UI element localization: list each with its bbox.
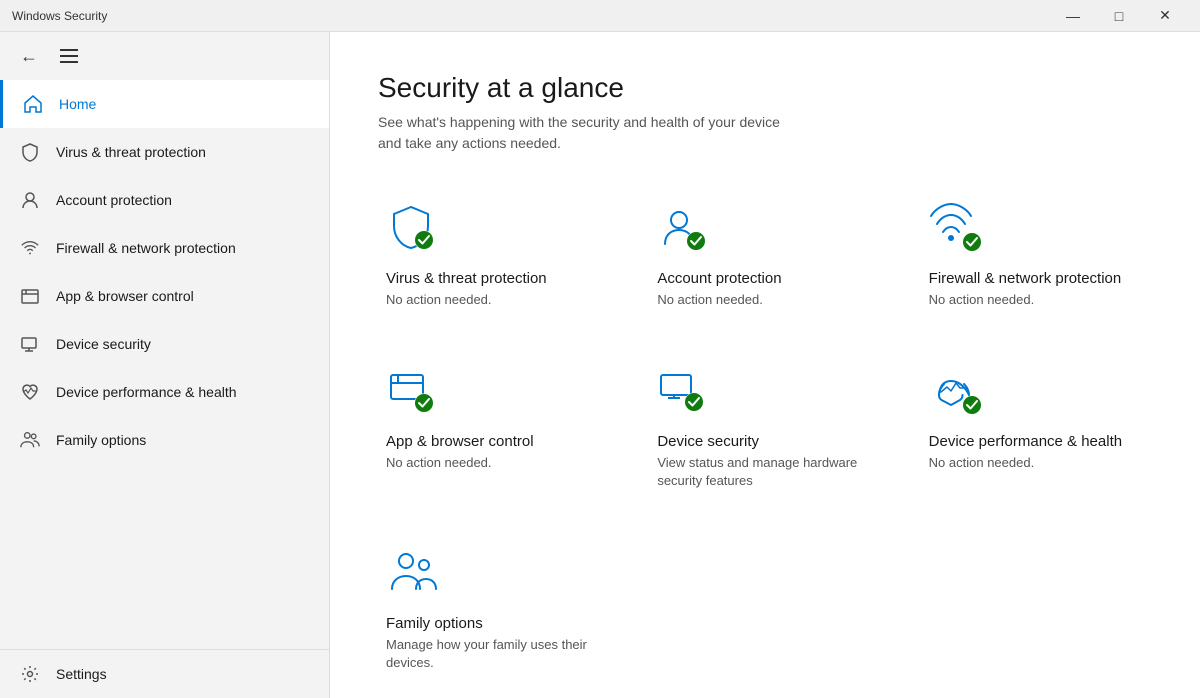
card-icon-wrap [657, 365, 717, 417]
app-title: Windows Security [12, 9, 107, 23]
heart-icon [20, 382, 40, 402]
card-title: Device security [657, 433, 872, 450]
card-title: Firewall & network protection [929, 270, 1144, 287]
card-desc: No action needed. [929, 454, 1144, 472]
sidebar: ← Home [0, 32, 330, 698]
card-desc: No action needed. [386, 454, 601, 472]
sidebar-item-label: App & browser control [56, 288, 194, 304]
card-desc: No action needed. [929, 291, 1144, 309]
home-icon [23, 94, 43, 114]
card-icon-wrap [386, 365, 446, 417]
wifi-icon [20, 238, 40, 258]
titlebar: Windows Security — □ ✕ [0, 0, 1200, 32]
card-icon-wrap [929, 365, 989, 417]
sidebar-item-label: Device performance & health [56, 384, 237, 400]
device-security-icon [657, 365, 707, 415]
card-performance[interactable]: Device performance & health No action ne… [921, 357, 1152, 498]
nav-menu: Home Virus & threat protection [0, 80, 329, 649]
person-icon [20, 190, 40, 210]
hamburger-line [60, 49, 78, 51]
card-title: Device performance & health [929, 433, 1144, 450]
virus-shield-icon [386, 202, 436, 252]
browser-icon [20, 286, 40, 306]
card-browser[interactable]: App & browser control No action needed. [378, 357, 609, 498]
sidebar-item-label: Account protection [56, 192, 172, 208]
sidebar-item-label: Firewall & network protection [56, 240, 236, 256]
card-firewall[interactable]: Firewall & network protection No action … [921, 194, 1152, 317]
performance-icon [929, 365, 984, 415]
browser-ctrl-icon [386, 365, 436, 415]
page-title: Security at a glance [378, 72, 1152, 104]
card-icon-wrap [929, 202, 989, 254]
card-title: Account protection [657, 270, 872, 287]
card-desc: No action needed. [657, 291, 872, 309]
family-icon [20, 430, 40, 450]
sidebar-item-virus[interactable]: Virus & threat protection [0, 128, 329, 176]
page-subtitle: See what's happening with the security a… [378, 112, 1152, 154]
sidebar-item-performance[interactable]: Device performance & health [0, 368, 329, 416]
hamburger-line [60, 61, 78, 63]
card-account[interactable]: Account protection No action needed. [649, 194, 880, 317]
family-options-icon [386, 547, 451, 597]
sidebar-item-firewall[interactable]: Firewall & network protection [0, 224, 329, 272]
maximize-button[interactable]: □ [1096, 0, 1142, 32]
account-icon [657, 202, 707, 252]
card-desc: No action needed. [386, 291, 601, 309]
sidebar-item-home[interactable]: Home [0, 80, 329, 128]
security-grid: Virus & threat protection No action need… [378, 194, 1152, 680]
sidebar-item-label: Family options [56, 432, 146, 448]
card-virus[interactable]: Virus & threat protection No action need… [378, 194, 609, 317]
close-button[interactable]: ✕ [1142, 0, 1188, 32]
card-desc: Manage how your family uses their device… [386, 636, 601, 672]
sidebar-header: ← [0, 32, 329, 80]
minimize-button[interactable]: — [1050, 0, 1096, 32]
shield-icon [20, 142, 40, 162]
sidebar-item-browser[interactable]: App & browser control [0, 272, 329, 320]
sidebar-item-label: Home [59, 96, 96, 112]
settings-nav-item[interactable]: Settings [0, 649, 329, 698]
settings-icon [20, 664, 40, 684]
back-button[interactable]: ← [16, 42, 42, 71]
sidebar-item-account[interactable]: Account protection [0, 176, 329, 224]
app-container: ← Home [0, 32, 1200, 698]
sidebar-item-family[interactable]: Family options [0, 416, 329, 464]
card-title: Family options [386, 615, 601, 632]
card-title: App & browser control [386, 433, 601, 450]
card-title: Virus & threat protection [386, 270, 601, 287]
window-controls: — □ ✕ [1050, 0, 1188, 32]
sidebar-item-label: Device security [56, 336, 151, 352]
card-icon-wrap [657, 202, 717, 254]
device-icon [20, 334, 40, 354]
card-desc: View status and manage hardware security… [657, 454, 872, 490]
main-content: Security at a glance See what's happenin… [330, 32, 1200, 698]
firewall-icon [929, 202, 984, 252]
hamburger-menu[interactable] [54, 43, 84, 69]
hamburger-line [60, 55, 78, 57]
sidebar-item-device-security[interactable]: Device security [0, 320, 329, 368]
sidebar-item-label: Virus & threat protection [56, 144, 206, 160]
settings-label: Settings [56, 666, 107, 682]
card-device-security[interactable]: Device security View status and manage h… [649, 357, 880, 498]
card-family[interactable]: Family options Manage how your family us… [378, 539, 609, 680]
card-icon-wrap [386, 547, 456, 599]
card-icon-wrap [386, 202, 446, 254]
